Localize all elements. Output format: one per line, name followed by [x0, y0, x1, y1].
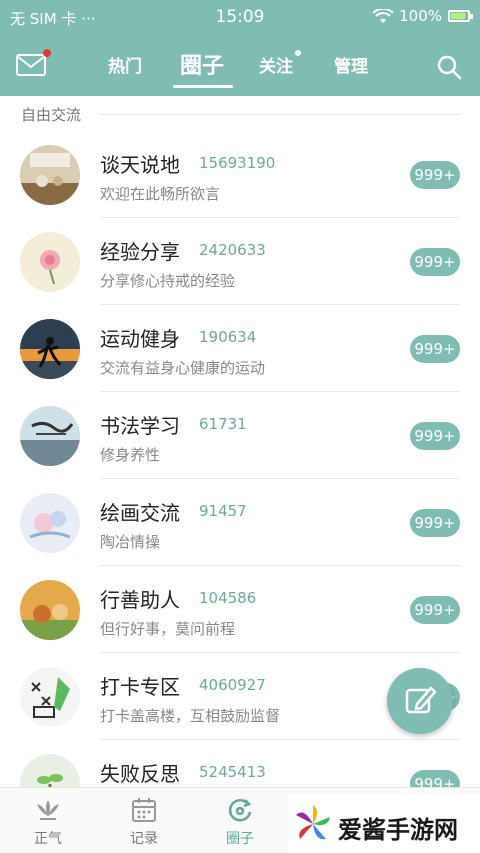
nav-label: 圈子: [226, 831, 254, 847]
compose-button[interactable]: [387, 668, 453, 734]
circle-description: 欢迎在此畅所欲言: [100, 185, 221, 203]
circle-member-count: 4060927: [199, 676, 266, 694]
tab-manage[interactable]: 管理: [334, 52, 368, 77]
circle-description: 但行好事，莫问前程: [100, 620, 236, 638]
circle-member-count: 5245413: [199, 763, 266, 781]
list-item[interactable]: 书法学习 61731 修身养性 999+: [0, 392, 480, 479]
lotus-icon: [37, 800, 59, 820]
circle-avatar: [20, 493, 80, 553]
nav-records[interactable]: 记录: [104, 796, 184, 848]
wifi-icon: [373, 8, 394, 23]
calendar-icon: [132, 798, 156, 822]
header: 热门 圈子 关注 管理: [0, 34, 480, 96]
circle-description: 打卡盖高楼，互相鼓励监督: [100, 707, 281, 725]
nav-circles[interactable]: 圈子: [200, 796, 280, 848]
circle-badge: 999+: [410, 248, 460, 276]
circle-description: 修身养性: [100, 446, 161, 464]
tab-circles[interactable]: 圈子: [180, 48, 224, 80]
list-item[interactable]: 谈天说地 15693190 欢迎在此畅所欲言 999+: [0, 131, 480, 218]
status-bar: 无 SIM 卡 ··· 15:09 100%: [0, 0, 480, 34]
circle-member-count: 15693190: [199, 154, 276, 172]
nav-label: 正气: [34, 831, 62, 847]
circle-member-count: 2420633: [199, 241, 266, 259]
circle-avatar: [20, 406, 80, 466]
circle-name: 失败反思: [100, 762, 180, 786]
list-item[interactable]: 绘画交流 91457 陶冶情操 999+: [0, 479, 480, 566]
circle-member-count: 61731: [199, 415, 247, 433]
section-divider: [100, 114, 460, 115]
follow-notification-dot: [295, 50, 301, 56]
circle-badge: 999+: [410, 596, 460, 624]
circle-member-count: 91457: [199, 502, 247, 520]
circle-description: 陶冶情操: [100, 533, 161, 551]
circle-description: 交流有益身心健康的运动: [100, 359, 266, 377]
circle-avatar: [20, 319, 80, 379]
circle-name: 打卡专区: [100, 675, 180, 699]
list-item[interactable]: 行善助人 104586 但行好事，莫问前程 999+: [0, 566, 480, 653]
circle-badge: 999+: [410, 509, 460, 537]
tab-follow[interactable]: 关注: [259, 50, 301, 77]
circle-badge: 999+: [410, 422, 460, 450]
pinwheel-logo-icon: [296, 805, 330, 840]
battery-percent: 100%: [399, 7, 442, 25]
circle-name: 绘画交流: [100, 501, 180, 525]
circle-avatar: [20, 580, 80, 640]
edit-icon: [405, 686, 437, 714]
circle-refresh-icon: [228, 799, 252, 822]
watermark-text: 爱酱手游网: [338, 816, 458, 844]
circle-member-count: 190634: [199, 328, 257, 346]
status-right: 100%: [373, 7, 473, 25]
search-icon[interactable]: [436, 54, 462, 80]
header-tabs: 热门 圈子 关注 管理: [0, 34, 480, 96]
list-item[interactable]: 运动健身 190634 交流有益身心健康的运动 999+: [0, 305, 480, 392]
tab-hot[interactable]: 热门: [108, 52, 142, 77]
nav-zhengqi[interactable]: 正气: [8, 796, 88, 848]
circle-name: 运动健身: [100, 327, 180, 351]
circle-avatar: [20, 232, 80, 292]
circle-badge: 999+: [410, 161, 460, 189]
tab-follow-label: 关注: [259, 57, 293, 77]
circle-name: 谈天说地: [100, 153, 180, 177]
circle-name: 行善助人: [100, 588, 180, 612]
circle-description: 分享修心持戒的经验: [100, 272, 236, 290]
circle-name: 经验分享: [100, 240, 180, 264]
watermark: 爱酱手游网: [288, 795, 480, 853]
circle-member-count: 104586: [199, 589, 257, 607]
circle-name: 书法学习: [100, 414, 180, 438]
section-title: 自由交流: [21, 106, 82, 124]
top-bar: 无 SIM 卡 ··· 15:09 100% 热门 圈子 关注 管理: [0, 0, 480, 96]
battery-icon: [448, 10, 473, 22]
circle-avatar: [20, 145, 80, 205]
circle-avatar: [20, 667, 80, 727]
list-item[interactable]: 经验分享 2420633 分享修心持戒的经验 999+: [0, 218, 480, 305]
nav-label: 记录: [130, 831, 158, 847]
active-tab-indicator: [173, 85, 233, 88]
circle-badge: 999+: [410, 335, 460, 363]
